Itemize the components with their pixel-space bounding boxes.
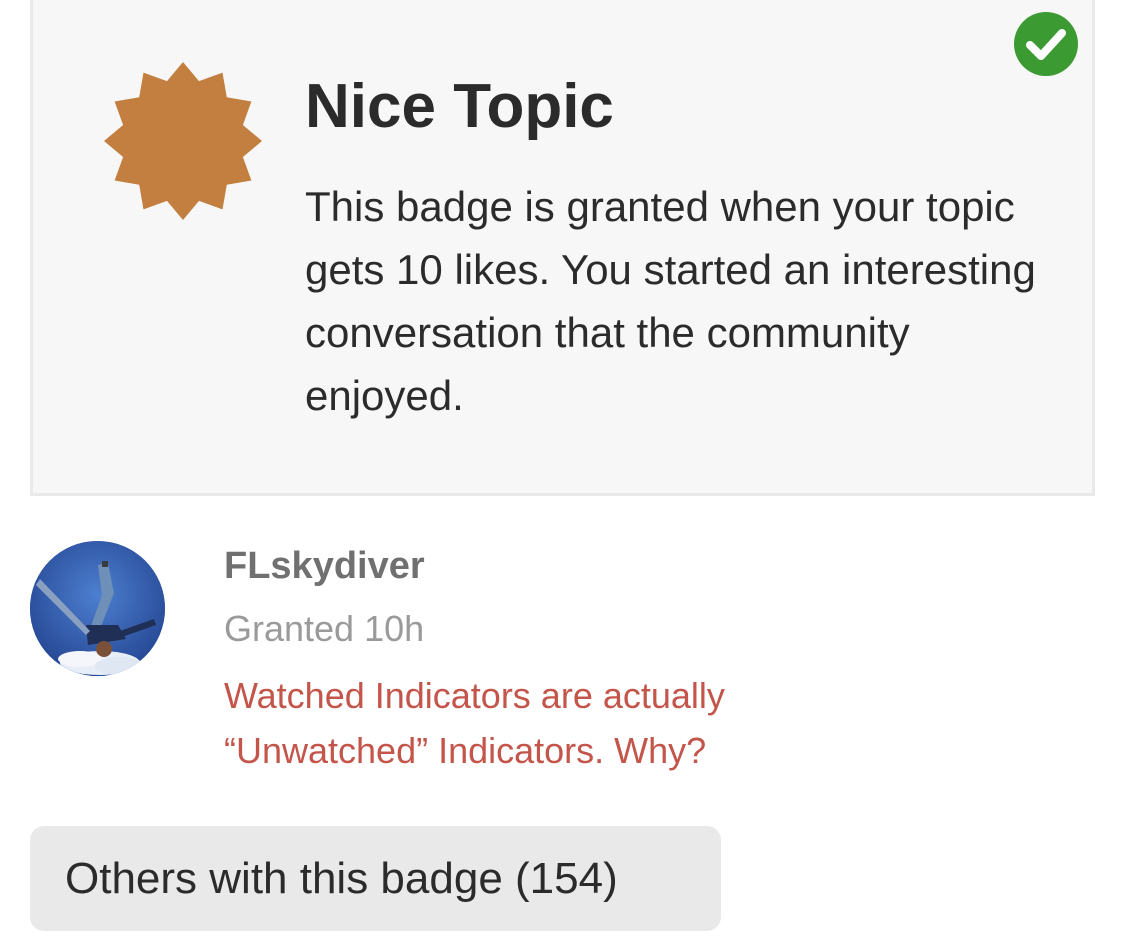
avatar[interactable] xyxy=(30,541,165,676)
topic-link[interactable]: Watched Indicators are actually “Unwatch… xyxy=(224,668,924,778)
others-with-badge-button[interactable]: Others with this badge (154) xyxy=(30,826,721,931)
badge-description: This badge is granted when your topic ge… xyxy=(305,183,1036,419)
badge-card: Nice Topic This badge is granted when yo… xyxy=(30,0,1095,496)
granted-time: Granted 10h xyxy=(224,608,425,649)
check-circle-icon xyxy=(1013,11,1079,77)
badge-starburst-svg xyxy=(104,62,262,220)
badge-starburst-icon xyxy=(103,61,263,221)
username[interactable]: FLskydiver xyxy=(224,545,425,588)
badge-title: Nice Topic xyxy=(305,72,614,141)
